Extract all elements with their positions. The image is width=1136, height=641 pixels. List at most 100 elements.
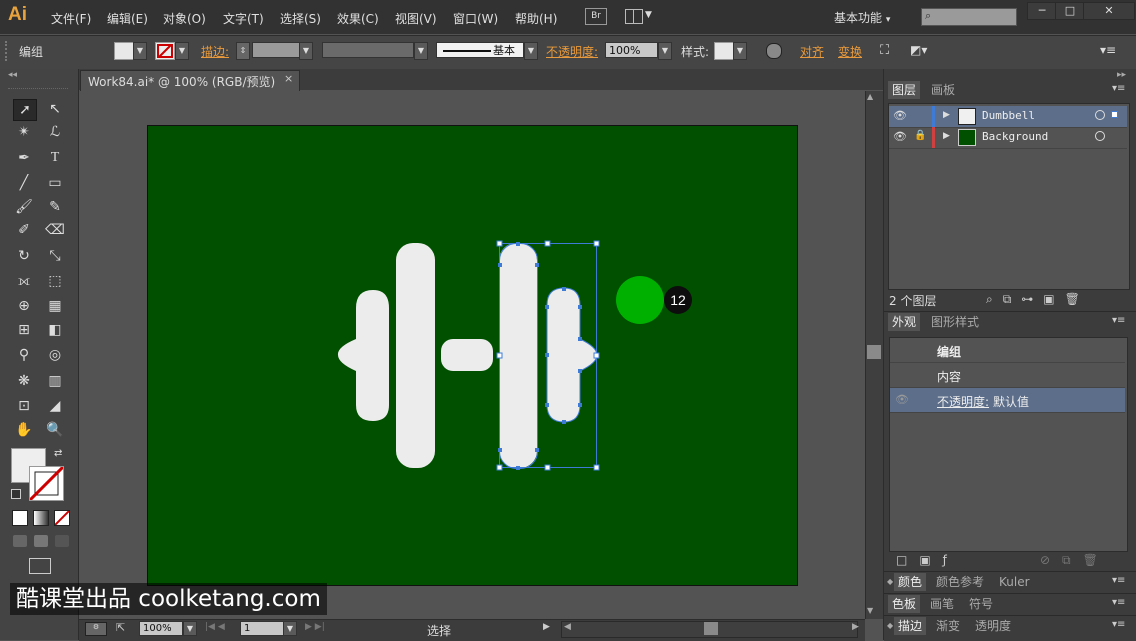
tab-brushes[interactable]: 画笔 (926, 595, 958, 613)
type-tool-icon[interactable]: T (44, 148, 66, 168)
artwork[interactable]: 12 (147, 125, 798, 586)
mesh-tool-icon[interactable]: ⊞ (13, 320, 35, 340)
first-page-icon[interactable]: |◀ ◀ (205, 622, 225, 632)
perspective-grid-tool-icon[interactable]: ▦ (44, 296, 66, 316)
direct-selection-tool-icon[interactable]: ↖ (44, 99, 66, 119)
blend-tool-icon[interactable]: ◎ (44, 345, 66, 365)
fill-swatch[interactable] (114, 42, 134, 60)
appearance-footer-icons[interactable]: □▣ƒ (896, 553, 959, 567)
panel-menu-icon[interactable]: ▾≡ (1112, 575, 1125, 586)
make-envelope-icon[interactable]: ◩▾ (910, 43, 927, 57)
menu-select[interactable]: 选择(S) (280, 10, 321, 27)
graphic-style-swatch[interactable] (714, 42, 734, 60)
expand-icon[interactable]: ▸▸ (1117, 70, 1126, 80)
stroke-label[interactable]: 描边: (201, 43, 229, 60)
magic-wand-tool-icon[interactable]: ✴ (13, 122, 35, 142)
draw-inside-icon[interactable] (55, 535, 69, 547)
collapse-icon[interactable]: ◆ (887, 577, 893, 586)
blob-brush-tool-icon[interactable]: ✐ (13, 220, 35, 240)
default-colors-icon[interactable] (11, 489, 21, 499)
menu-object[interactable]: 对象(O) (163, 10, 206, 27)
eraser-tool-icon[interactable]: ⌫ (44, 220, 66, 240)
rectangle-tool-icon[interactable]: ▭ (44, 173, 66, 193)
status-menu-icon[interactable]: ▶ (543, 622, 550, 632)
bridge-button[interactable]: Br (585, 8, 607, 25)
menu-effect[interactable]: 效果(C) (337, 10, 379, 27)
export-icon[interactable]: ⇱ (116, 621, 125, 634)
tab-kuler[interactable]: Kuler (995, 573, 1034, 591)
arrange-documents-icon[interactable] (625, 9, 643, 24)
grip-handle[interactable] (5, 41, 10, 61)
stroke-weight-field[interactable] (252, 42, 300, 58)
rotate-tool-icon[interactable]: ↻ (13, 246, 35, 266)
brush-definition[interactable]: 基本 (436, 42, 524, 58)
menu-type[interactable]: 文字(T) (223, 10, 264, 27)
panel-menu-icon[interactable]: ▾≡ (1112, 83, 1125, 94)
free-transform-tool-icon[interactable]: ⬚ (44, 271, 66, 291)
slice-tool-icon[interactable]: ◢ (44, 396, 66, 416)
align-link[interactable]: 对齐 (800, 43, 824, 60)
none-mode-icon[interactable] (54, 510, 70, 526)
transform-link[interactable]: 变换 (838, 43, 862, 60)
draw-behind-icon[interactable] (34, 535, 48, 547)
menu-help[interactable]: 帮助(H) (515, 10, 557, 27)
chevron-down-icon[interactable]: ▼ (645, 10, 652, 20)
target-icon[interactable] (1095, 110, 1105, 120)
lasso-tool-icon[interactable]: ℒ (44, 122, 66, 142)
panel-menu-icon[interactable]: ▾≡ (1112, 597, 1125, 608)
appearance-opacity-row[interactable]: 👁 不透明度: 默认值 (890, 388, 1125, 413)
tab-stroke[interactable]: 描边 (894, 617, 927, 635)
tab-appearance[interactable]: 外观 (888, 313, 921, 331)
layers-footer-icons[interactable]: ⌕⧉⊶▣🗑 (986, 292, 1090, 307)
stroke-weight-stepper[interactable]: ⇕ (236, 42, 250, 60)
scale-tool-icon[interactable]: ⤡ (44, 246, 66, 266)
expand-triangle-icon[interactable]: ▶ (943, 131, 950, 141)
tab-symbols[interactable]: 符号 (965, 595, 997, 613)
gradient-tool-icon[interactable]: ◧ (44, 320, 66, 340)
chevron-down-icon[interactable]: ▼ (299, 42, 313, 60)
scroll-up-icon[interactable]: ▲ (867, 92, 873, 101)
chevron-down-icon[interactable]: ▼ (175, 42, 189, 60)
layer-row-background[interactable]: 👁 🔒 ▶ Background (889, 127, 1127, 149)
eye-icon[interactable]: 👁 (893, 109, 907, 122)
appearance-contents-row[interactable]: 内容 (890, 363, 1125, 388)
collapse-icon[interactable]: ◂◂ (8, 70, 17, 80)
chevron-down-icon[interactable]: ▼ (733, 42, 747, 60)
help-search-input[interactable] (921, 8, 1017, 26)
gradient-mode-icon[interactable] (33, 510, 49, 526)
expand-triangle-icon[interactable]: ▶ (943, 110, 950, 120)
layer-name[interactable]: Dumbbell (982, 109, 1035, 122)
zoom-tool-icon[interactable]: 🔍 (44, 420, 66, 440)
color-mode-icon[interactable] (12, 510, 28, 526)
tab-graphic-styles[interactable]: 图形样式 (927, 313, 983, 331)
layer-name[interactable]: Background (982, 130, 1048, 143)
column-graph-tool-icon[interactable]: ▥ (44, 371, 66, 391)
layer-row-dumbbell[interactable]: 👁 ▶ Dumbbell (889, 106, 1127, 128)
menu-window[interactable]: 窗口(W) (453, 10, 498, 27)
pencil-tool-icon[interactable]: ✎ (44, 197, 66, 217)
collapse-icon[interactable]: ◆ (887, 621, 893, 630)
shape-builder-tool-icon[interactable]: ⊕ (13, 296, 35, 316)
chevron-down-icon[interactable]: ▼ (658, 42, 672, 60)
scrollbar-thumb[interactable] (704, 622, 718, 635)
opacity-field[interactable]: 100% (605, 42, 658, 58)
panel-menu-icon[interactable]: ▾≡ (1112, 315, 1125, 326)
chevron-down-icon[interactable]: ▼ (524, 42, 538, 60)
tab-swatches[interactable]: 色板 (888, 595, 921, 613)
tab-artboards[interactable]: 画板 (927, 81, 959, 99)
tab-color-guide[interactable]: 颜色参考 (932, 573, 988, 591)
isolate-group-icon[interactable]: ⛶ (880, 43, 889, 58)
tab-gradient[interactable]: 渐变 (932, 617, 964, 635)
scroll-left-icon[interactable]: ◀ (564, 622, 571, 632)
scrollbar-thumb[interactable] (867, 345, 881, 359)
scroll-right-icon[interactable]: ▶ (852, 622, 859, 632)
stroke-color-box[interactable] (28, 465, 65, 502)
screen-mode-icon[interactable] (29, 558, 51, 574)
recolor-artwork-icon[interactable] (766, 43, 782, 59)
eyedropper-tool-icon[interactable]: ⚲ (13, 345, 35, 365)
appearance-group-row[interactable]: 编组 (890, 338, 1125, 363)
chevron-down-icon[interactable]: ▼ (414, 42, 428, 60)
chevron-down-icon[interactable]: ▼ (183, 621, 197, 636)
last-page-icon[interactable]: ▶ ▶| (305, 622, 325, 632)
panel-menu-icon[interactable]: ▾≡ (1112, 619, 1125, 630)
